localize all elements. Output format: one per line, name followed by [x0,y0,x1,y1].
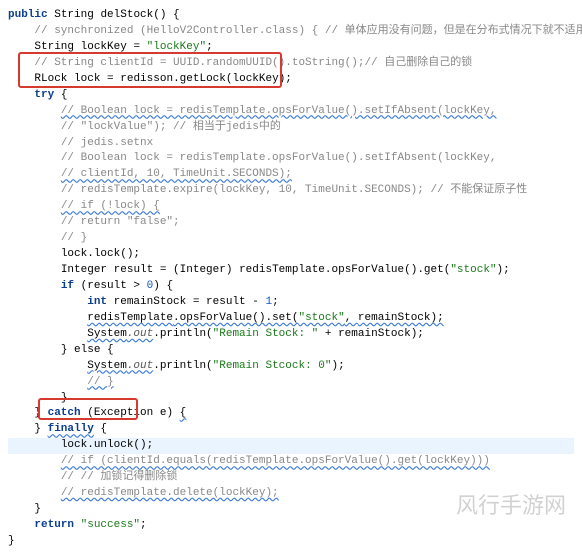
line: Integer result = (Integer) redisTemplate… [8,264,510,276]
line hl-row: lock.unlock(); [8,438,574,454]
line: // if (!lock) { [8,200,160,212]
line: if (result > 0) { [8,280,173,292]
line: public String delStock() { [8,9,180,21]
line: } [8,392,67,404]
line: // redisTemplate.delete(lockKey); [8,487,279,499]
line: // return "false"; [8,216,180,228]
line: // synchronized (HelloV2Controller.class… [8,25,582,37]
line: // "lockValue"); // 相当于jedis中的 [8,121,281,133]
line: System.out.println("Remain Stock: " + re… [8,328,424,340]
code-block: public String delStock() { // synchroniz… [8,8,574,550]
line: } catch (Exception e) { [8,407,186,419]
line: } finally { [8,423,107,435]
line: } [8,535,15,547]
line: // // 加锁记得删除锁 [8,471,177,483]
line: } [8,503,41,515]
line: RLock lock = redisson.getLock(lockKey); [8,73,292,85]
line: redisTemplate.opsForValue().set("stock",… [8,312,444,324]
line: // if (clientId.equals(redisTemplate.ops… [8,455,490,467]
line: // Boolean lock = redisTemplate.opsForVa… [8,105,496,117]
line: // Boolean lock = redisTemplate.opsForVa… [8,152,496,164]
line: String lockKey = "lockKey"; [8,41,213,53]
line: System.out.println("Remain Stcock: 0"); [8,360,345,372]
line: try { [8,89,67,101]
line: int remainStock = result - 1; [8,296,279,308]
line: } else { [8,344,114,356]
line: // clientId, 10, TimeUnit.SECONDS); [8,168,292,180]
line: return "success"; [8,519,147,531]
line: // jedis.setnx [8,137,153,149]
line: // String clientId = UUID.randomUUID().t… [8,57,472,69]
line: // redisTemplate.expire(lockKey, 10, Tim… [8,184,527,196]
line: // } [8,232,87,244]
line: lock.lock(); [8,248,140,260]
line: // } [8,376,114,388]
